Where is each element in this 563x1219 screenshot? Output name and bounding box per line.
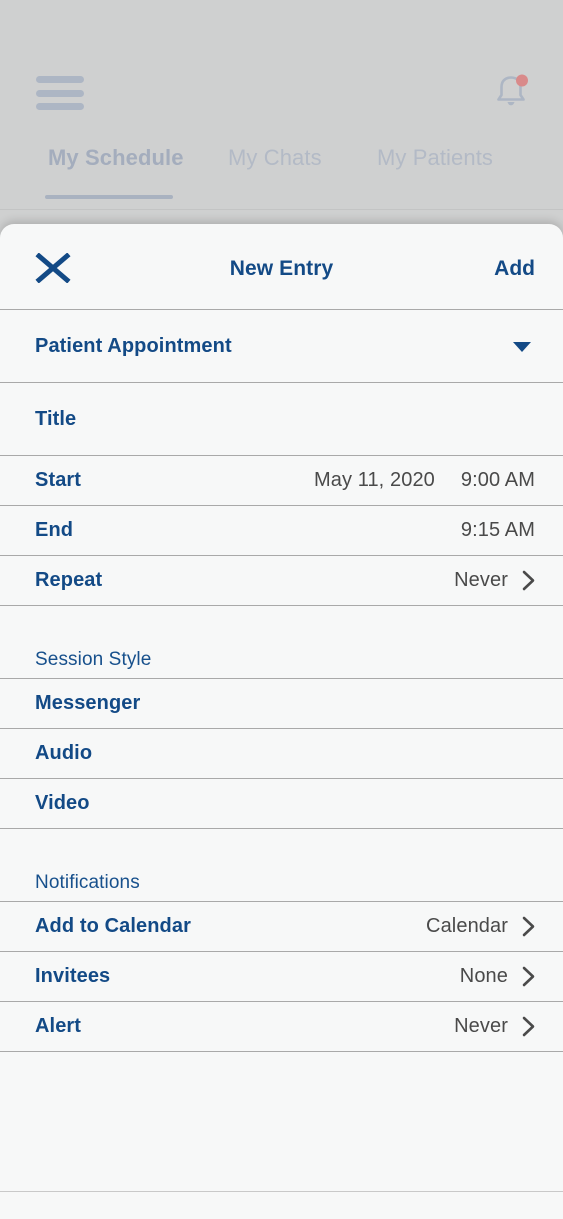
add-to-calendar-value: Calendar <box>426 915 508 937</box>
entry-type-label: Patient Appointment <box>35 334 232 357</box>
tab-my-patients[interactable]: My Patients <box>377 145 493 171</box>
chevron-right-icon[interactable] <box>522 966 535 987</box>
hamburger-bar <box>36 89 84 97</box>
title-row[interactable]: Title <box>0 383 563 456</box>
page-title: New Entry <box>229 257 334 280</box>
add-to-calendar-row[interactable]: Add to Calendar Calendar <box>0 902 563 952</box>
end-time-value[interactable]: 9:15 AM <box>461 519 535 542</box>
session-style-option-audio[interactable]: Audio <box>0 729 563 779</box>
add-to-calendar-label: Add to Calendar <box>35 915 191 937</box>
session-style-header: Session Style <box>0 629 563 679</box>
invitees-row[interactable]: Invitees None <box>0 952 563 1002</box>
new-entry-sheet: New Entry Add Patient Appointment Title … <box>0 224 563 1219</box>
end-value-group: 9:15 AM <box>461 519 535 542</box>
session-style-option-video[interactable]: Video <box>0 779 563 829</box>
caret-down-icon[interactable] <box>509 333 535 359</box>
tab-my-schedule[interactable]: My Schedule <box>48 145 184 171</box>
notifications-header-label: Notifications <box>35 872 140 893</box>
active-tab-underline <box>45 195 173 199</box>
start-row[interactable]: Start May 11, 2020 9:00 AM <box>0 456 563 506</box>
audio-label: Audio <box>35 742 93 764</box>
add-to-calendar-value-group: Calendar <box>426 915 535 938</box>
alert-row[interactable]: Alert Never <box>0 1002 563 1052</box>
sheet-header: New Entry Add <box>0 224 563 310</box>
start-time-value[interactable]: 9:00 AM <box>461 469 535 492</box>
session-style-option-messenger[interactable]: Messenger <box>0 679 563 729</box>
add-button[interactable]: Add <box>494 257 535 281</box>
app-top-bar <box>0 0 563 140</box>
messenger-label: Messenger <box>35 692 141 714</box>
end-row[interactable]: End 9:15 AM <box>0 506 563 556</box>
top-bar-divider <box>0 209 563 210</box>
alert-label: Alert <box>35 1015 82 1037</box>
alert-value-group: Never <box>454 1015 535 1038</box>
title-label: Title <box>35 407 77 430</box>
start-value-group: May 11, 2020 9:00 AM <box>314 469 535 492</box>
notifications-header: Notifications <box>0 852 563 902</box>
chevron-right-icon[interactable] <box>522 570 535 591</box>
start-label: Start <box>35 469 82 491</box>
repeat-value: Never <box>454 569 508 591</box>
invitees-value: None <box>459 965 508 987</box>
session-style-header-label: Session Style <box>35 649 152 670</box>
notification-bell-icon[interactable] <box>489 68 533 112</box>
video-label: Video <box>35 792 90 814</box>
group-gap <box>0 606 563 629</box>
hamburger-menu-icon[interactable] <box>36 76 84 110</box>
end-label: End <box>35 519 74 541</box>
notification-badge-dot <box>516 74 528 87</box>
chevron-right-icon[interactable] <box>522 916 535 937</box>
repeat-value-group: Never <box>454 569 535 592</box>
dimmed-app-backdrop: My Schedule My Chats My Patients <box>0 0 563 228</box>
chevron-right-icon[interactable] <box>522 1016 535 1037</box>
hamburger-bar <box>36 103 84 110</box>
repeat-row[interactable]: Repeat Never <box>0 556 563 606</box>
alert-value: Never <box>454 1015 508 1037</box>
repeat-label: Repeat <box>35 569 103 591</box>
app-tab-bar: My Schedule My Chats My Patients <box>0 145 563 228</box>
sheet-empty-area <box>0 1052 563 1192</box>
invitees-label: Invitees <box>35 965 111 987</box>
hamburger-bar <box>36 76 84 83</box>
group-gap <box>0 829 563 852</box>
start-date-value[interactable]: May 11, 2020 <box>314 469 435 492</box>
invitees-value-group: None <box>460 965 535 988</box>
tab-my-chats[interactable]: My Chats <box>228 145 322 171</box>
entry-type-row[interactable]: Patient Appointment <box>0 310 563 383</box>
